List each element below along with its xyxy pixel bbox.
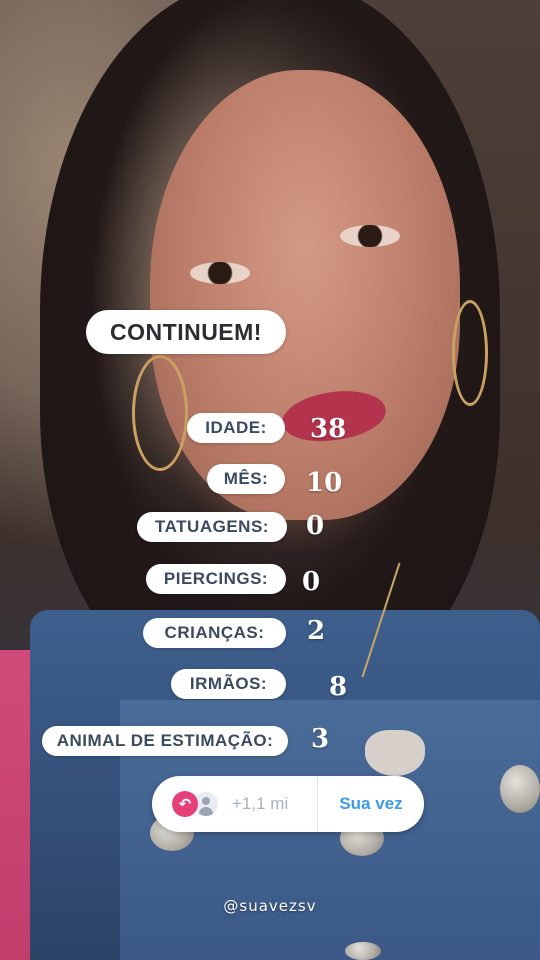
label-irmaos: IRMÃOS: — [171, 669, 286, 699]
value-animal-de-estimacao: 3 — [311, 724, 330, 754]
face-shape — [150, 70, 460, 520]
sua-vez-button[interactable]: Sua vez — [318, 794, 424, 814]
overall-button — [500, 765, 540, 813]
value-idade: 38 — [310, 414, 347, 444]
label-tatuagens: TATUAGENS: — [137, 512, 287, 542]
left-eye — [190, 262, 250, 284]
left-earring — [132, 355, 188, 471]
value-piercings: 0 — [302, 567, 321, 597]
username-handle[interactable]: @suavezsv — [0, 897, 540, 915]
value-tatuagens: 0 — [306, 511, 325, 541]
value-criancas: 2 — [307, 616, 326, 646]
reply-arrow-icon: ↶ — [172, 791, 198, 817]
title-sticker: CONTINUEM! — [86, 310, 286, 354]
add-yours-sticker[interactable]: ↶ +1,1 mi Sua vez — [152, 776, 424, 832]
label-piercings: PIERCINGS: — [146, 564, 286, 594]
label-idade: IDADE: — [187, 413, 285, 443]
label-mes: MÊS: — [207, 464, 285, 494]
right-earring — [452, 300, 488, 406]
overall-button — [345, 942, 381, 960]
label-animal-de-estimacao: ANIMAL DE ESTIMAÇÃO: — [42, 726, 288, 756]
value-irmaos: 8 — [329, 672, 348, 702]
participants-area[interactable]: ↶ +1,1 mi — [152, 776, 318, 832]
right-eye — [340, 225, 400, 247]
value-mes: 10 — [306, 468, 343, 498]
participants-count: +1,1 mi — [232, 794, 289, 813]
label-criancas: CRIANÇAS: — [143, 618, 286, 648]
necklace-pendant — [365, 730, 425, 776]
